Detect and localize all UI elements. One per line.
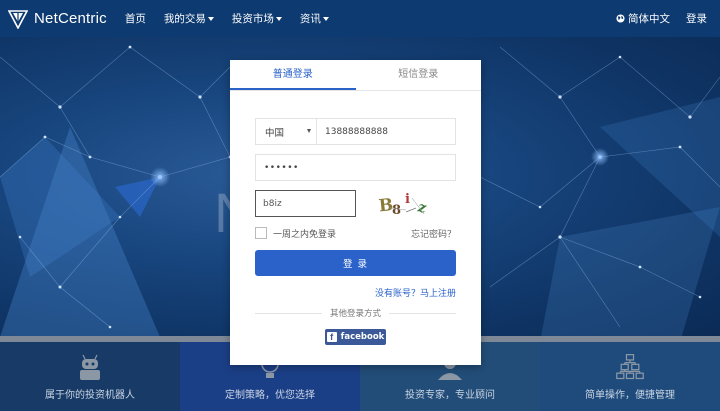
country-select[interactable]: 中国 bbox=[256, 119, 317, 144]
nav-investment-market-label: 投资市场 bbox=[231, 13, 274, 25]
feature-label: 简单操作，便捷管理 bbox=[585, 390, 675, 401]
robot-icon bbox=[75, 352, 105, 382]
captcha-image[interactable]: B 8 i z bbox=[376, 190, 434, 218]
login-form: 中国 13888888888 •••••• b8iz B 8 i z 一周之内免… bbox=[255, 118, 457, 345]
nav-my-trades-label: 我的交易 bbox=[163, 13, 206, 25]
chevron-down-icon bbox=[322, 16, 329, 21]
sitemap-icon bbox=[615, 352, 645, 382]
feature-label: 投资专家，专业顾问 bbox=[405, 390, 495, 401]
feature-robot: 属于你的投资机器人 bbox=[0, 342, 180, 411]
chevron-down-icon bbox=[207, 16, 214, 21]
top-header: NetCentric 首页 我的交易 投资市场 资讯 简体中文 登录 bbox=[0, 0, 720, 37]
forgot-password-link[interactable]: 忘记密码？ bbox=[411, 227, 456, 240]
chevron-down-icon bbox=[275, 16, 282, 21]
login-card: 普通登录 短信登录 中国 13888888888 •••••• b8iz B 8… bbox=[230, 60, 481, 365]
feature-management: 简单操作，便捷管理 bbox=[540, 342, 720, 411]
other-login-label: 其他登录方式 bbox=[330, 309, 382, 319]
feature-label: 定制策略，优您选择 bbox=[225, 390, 315, 401]
nav-home[interactable]: 首页 bbox=[125, 11, 146, 26]
main-nav: 首页 我的交易 投资市场 资讯 bbox=[125, 11, 347, 26]
country-value: 中国 bbox=[265, 127, 285, 139]
language-label: 简体中文 bbox=[628, 13, 670, 25]
tab-normal-login[interactable]: 普通登录 bbox=[230, 60, 356, 90]
nav-investment-market[interactable]: 投资市场 bbox=[232, 11, 282, 26]
header-login-link[interactable]: 登录 bbox=[686, 11, 707, 26]
password-input[interactable]: •••••• bbox=[255, 154, 456, 181]
register-link[interactable]: 没有账号？马上注册 bbox=[255, 286, 456, 299]
captcha-char-2: 8 bbox=[392, 203, 401, 217]
captcha-input[interactable]: b8iz bbox=[255, 190, 356, 217]
remember-checkbox[interactable] bbox=[255, 227, 267, 239]
facebook-login-button[interactable]: f facebook bbox=[325, 329, 386, 345]
facebook-icon: f bbox=[326, 332, 337, 342]
phone-input[interactable]: 13888888888 bbox=[317, 119, 455, 144]
remember-label: 一周之内免登录 bbox=[273, 229, 337, 240]
login-tabs: 普通登录 短信登录 bbox=[230, 60, 481, 91]
feature-label: 属于你的投资机器人 bbox=[45, 390, 135, 401]
nav-news-label: 资讯 bbox=[299, 13, 321, 25]
globe-icon bbox=[616, 14, 625, 23]
logo-icon bbox=[8, 9, 28, 29]
brand-logo[interactable]: NetCentric bbox=[8, 9, 107, 29]
phone-row: 中国 13888888888 bbox=[255, 118, 456, 145]
nav-home-label: 首页 bbox=[124, 13, 146, 25]
captcha-row: b8iz B 8 i z bbox=[255, 190, 456, 218]
chevron-down-icon bbox=[307, 129, 311, 133]
facebook-label: facebook bbox=[340, 332, 385, 342]
tab-sms-login[interactable]: 短信登录 bbox=[356, 60, 482, 90]
divider-line bbox=[389, 312, 457, 314]
captcha-char-4: z bbox=[416, 199, 429, 216]
divider-line bbox=[255, 312, 322, 314]
other-login-divider: 其他登录方式 bbox=[255, 307, 457, 319]
nav-my-trades[interactable]: 我的交易 bbox=[164, 11, 214, 26]
brand-name: NetCentric bbox=[34, 10, 107, 27]
nav-news[interactable]: 资讯 bbox=[300, 11, 329, 26]
captcha-char-3: i bbox=[405, 192, 410, 207]
remember-row: 一周之内免登录 忘记密码？ bbox=[255, 226, 456, 240]
login-button[interactable]: 登 录 bbox=[255, 250, 456, 276]
language-selector[interactable]: 简体中文 bbox=[616, 11, 670, 26]
